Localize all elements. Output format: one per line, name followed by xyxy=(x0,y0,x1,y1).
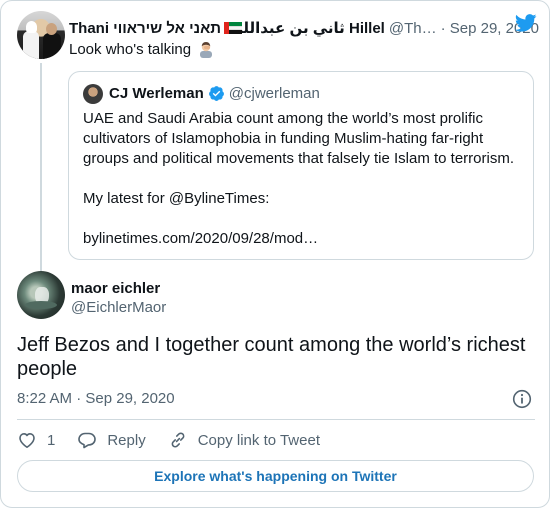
tweet-timestamp[interactable]: 8:22 AM · Sep 29, 2020 xyxy=(17,390,175,407)
quoted-author-handle[interactable]: @cjwerleman xyxy=(229,85,320,102)
parent-tweet-text-content: Look who's talking xyxy=(69,40,192,58)
quoted-author-avatar[interactable] xyxy=(83,84,103,104)
main-author-avatar[interactable] xyxy=(17,271,65,319)
parent-author-name-continued[interactable]: ثاني بن عبدالله Hillel xyxy=(234,19,385,37)
copy-link-button[interactable]: Copy link to Tweet xyxy=(168,430,320,450)
like-button[interactable]: 1 xyxy=(17,430,55,450)
heart-icon xyxy=(19,433,35,448)
quoted-tweet-link[interactable]: bylinetimes.com/2020/09/28/mod… xyxy=(83,229,523,249)
parent-tweet-text: Look who's talking xyxy=(69,40,215,58)
tweet-actions: 1 Reply Copy link to Tweet xyxy=(17,429,342,451)
quoted-tweet-paragraph: UAE and Saudi Arabia count among the wor… xyxy=(83,110,515,167)
reply-label: Reply xyxy=(107,431,146,449)
man-facepalming-emoji-icon xyxy=(200,42,213,58)
parent-tweet-header: Thani תאני אל שיראווי ثاني بن عبدالله Hi… xyxy=(69,17,539,39)
quoted-tweet-paragraph: My latest for @BylineTimes: xyxy=(83,190,270,207)
twitter-bird-icon[interactable] xyxy=(515,14,537,32)
quoted-author-name[interactable]: CJ Werleman xyxy=(109,85,204,102)
tweet-embed-card: Thani תאני אל שיראווי ثاني بن عبدالله Hi… xyxy=(0,0,550,508)
copy-link-label: Copy link to Tweet xyxy=(197,431,320,449)
explore-twitter-button[interactable]: Explore what's happening on Twitter xyxy=(17,460,534,492)
reply-icon xyxy=(78,432,97,449)
verified-badge-icon xyxy=(208,86,224,101)
thread-connector-line xyxy=(40,63,42,279)
parent-avatar[interactable] xyxy=(17,11,65,59)
like-count: 1 xyxy=(47,431,56,449)
quoted-tweet[interactable]: CJ Werleman @cjwerleman UAE and Saudi Ar… xyxy=(68,71,534,260)
uae-flag-icon xyxy=(224,22,243,34)
quoted-tweet-body: UAE and Saudi Arabia count among the wor… xyxy=(83,109,523,249)
divider xyxy=(17,419,535,420)
main-tweet-text: Jeff Bezos and I together count among th… xyxy=(17,334,526,380)
reply-button[interactable]: Reply xyxy=(77,430,146,450)
parent-author-name[interactable]: Thani תאני אל שיראווי xyxy=(69,20,221,37)
parent-author-handle[interactable]: @Th… xyxy=(389,20,437,37)
main-author-handle[interactable]: @EichlerMaor xyxy=(71,299,166,316)
main-author-name[interactable]: maor eichler xyxy=(71,280,160,297)
link-icon xyxy=(171,432,185,448)
quoted-tweet-header: CJ Werleman @cjwerleman xyxy=(109,85,320,102)
info-icon[interactable] xyxy=(512,389,532,409)
